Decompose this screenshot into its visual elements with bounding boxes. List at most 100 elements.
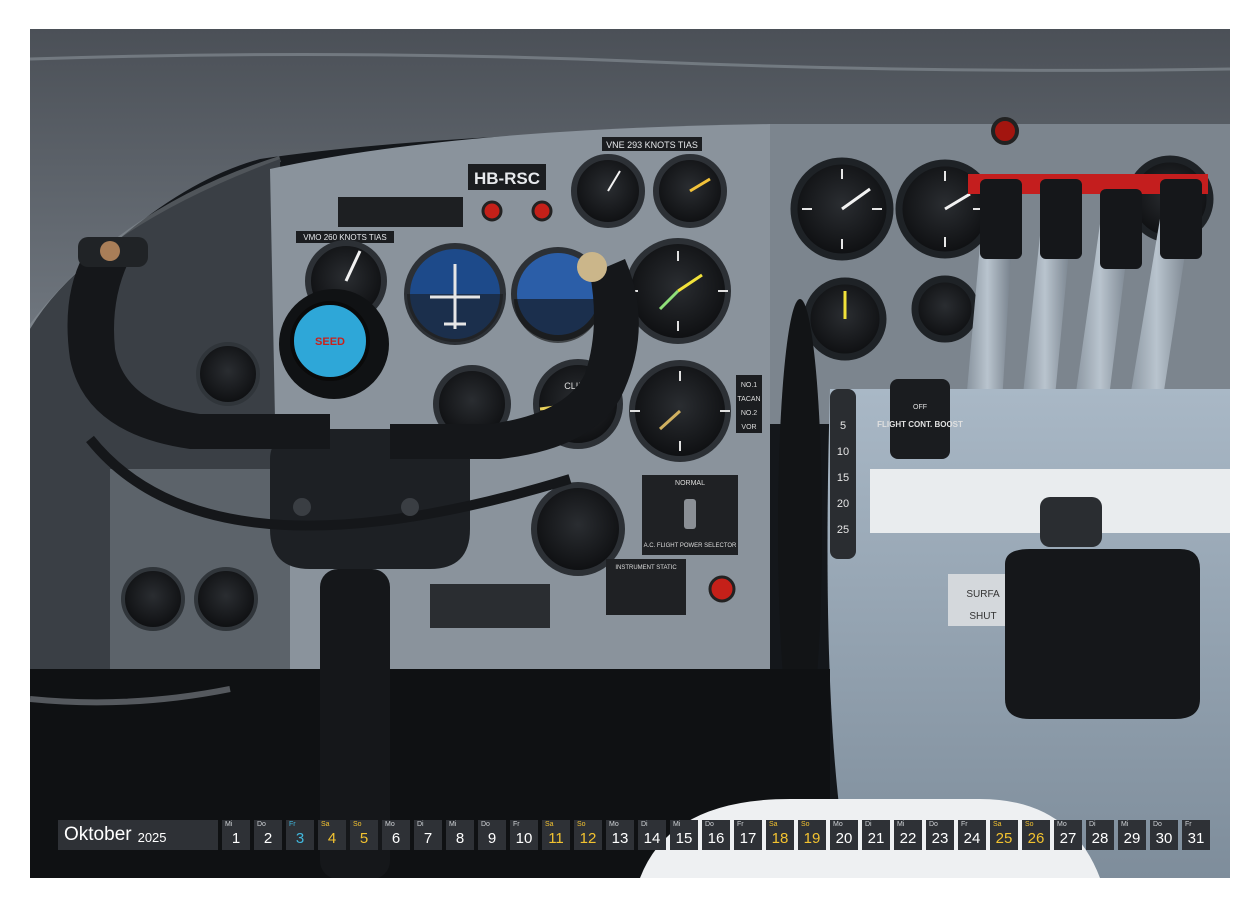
day-number: 17 (739, 830, 757, 847)
weekday-abbrev: Mi (1121, 821, 1129, 828)
trim-25: 25 (837, 524, 849, 536)
calendar-day: Di 21 (862, 820, 890, 850)
calendar-day: Mi 22 (894, 820, 922, 850)
calendar-day: Sa 4 (318, 820, 346, 850)
weekday-abbrev: Sa (321, 821, 330, 828)
calendar-day: Do 9 (478, 820, 506, 850)
day-number: 23 (931, 830, 949, 847)
calendar-day: Mi 15 (670, 820, 698, 850)
weekday-abbrev: So (1025, 821, 1034, 828)
calendar-day: Mo 27 (1054, 820, 1082, 850)
calendar-day: Sa 11 (542, 820, 570, 850)
month-label: Oktober 2025 (58, 820, 218, 850)
registration-placard: HB-RSC (474, 169, 540, 188)
weekday-abbrev: Sa (769, 821, 778, 828)
day-number: 21 (867, 830, 885, 847)
calendar-day: Mi 8 (446, 820, 474, 850)
weekday-abbrev: Di (1089, 821, 1096, 828)
calendar-day: Do 30 (1150, 820, 1178, 850)
weekday-abbrev: Fr (737, 821, 744, 828)
flight-control-boost-label: FLIGHT CONT. BOOST (877, 420, 963, 429)
weekday-abbrev: Do (929, 821, 938, 828)
weekday-abbrev: Do (1153, 821, 1162, 828)
day-number: 13 (611, 830, 629, 847)
day-number: 20 (835, 830, 853, 847)
shut-label: SHUT (969, 611, 996, 622)
calendar-day: So 5 (350, 820, 378, 850)
year: 2025 (137, 829, 167, 845)
weekday-abbrev: Mo (385, 821, 395, 828)
day-number: 5 (359, 830, 369, 847)
weekday-abbrev: Mo (833, 821, 843, 828)
weekday-abbrev: Mo (609, 821, 619, 828)
day-number: 2 (263, 830, 273, 847)
day-number: 6 (391, 830, 401, 847)
trim-10: 10 (837, 446, 849, 458)
calendar-day: Mi 29 (1118, 820, 1146, 850)
day-number: 24 (963, 830, 981, 847)
weekday-abbrev: Di (865, 821, 872, 828)
vne-placard: VNE 293 KNOTS TIAS (606, 140, 698, 150)
weekday-abbrev: Mi (449, 821, 457, 828)
power-selector-label: A.C. FLIGHT POWER SELECTOR (644, 543, 737, 549)
day-number: 19 (803, 830, 821, 847)
weekday-abbrev: Fr (289, 821, 296, 828)
day-number: 12 (579, 830, 597, 847)
weekday-abbrev: So (353, 821, 362, 828)
day-number: 10 (515, 830, 533, 847)
trim-20: 20 (837, 498, 849, 510)
weekday-abbrev: Do (481, 821, 490, 828)
calendar-day: So 12 (574, 820, 602, 850)
day-number: 14 (643, 830, 661, 847)
weekday-abbrev: Sa (545, 821, 554, 828)
calendar-day: Mo 13 (606, 820, 634, 850)
calendar-bar: Oktober 2025 Mi 1 Do 2 Fr 3 Sa 4 So 5 Mo 6 Di 7 Mi 8 Do 9… (58, 820, 1210, 850)
weekday-abbrev: Sa (993, 821, 1002, 828)
day-number: 9 (487, 830, 497, 847)
weekday-abbrev: Do (705, 821, 714, 828)
weekday-abbrev: So (801, 821, 810, 828)
day-number: 29 (1123, 830, 1141, 847)
weekday-abbrev: Mo (1057, 821, 1067, 828)
weekday-abbrev: Mi (897, 821, 905, 828)
calendar-day: Mo 20 (830, 820, 858, 850)
calendar-day: Do 2 (254, 820, 282, 850)
yoke-emblem-text: SEED (315, 336, 345, 348)
day-number: 28 (1091, 830, 1109, 847)
day-number: 31 (1187, 830, 1205, 847)
calendar-day: Mi 1 (222, 820, 250, 850)
calendar-day: Di 28 (1086, 820, 1114, 850)
day-number: 1 (231, 830, 241, 847)
calendar-day: So 26 (1022, 820, 1050, 850)
calendar-day: So 19 (798, 820, 826, 850)
nav-label-4: VOR (741, 424, 756, 431)
cockpit-photo: HB-RSC VNE 293 KNOTS TIAS VMO 260 KNOTS … (30, 29, 1230, 878)
day-number: 4 (327, 830, 337, 847)
nav-label-1: NO.1 (741, 382, 757, 389)
calendar-day: Di 14 (638, 820, 666, 850)
day-number: 22 (899, 830, 917, 847)
calendar-day: Sa 25 (990, 820, 1018, 850)
weekday-abbrev: Fr (513, 821, 520, 828)
weekday-abbrev: Mi (673, 821, 681, 828)
weekday-abbrev: Di (641, 821, 648, 828)
day-number: 11 (548, 830, 564, 847)
calendar-day: Fr 10 (510, 820, 538, 850)
calendar-day: Fr 31 (1182, 820, 1210, 850)
weekday-abbrev: Mi (225, 821, 233, 828)
weekday-abbrev: Di (417, 821, 424, 828)
boost-off-label: OFF (913, 404, 927, 411)
trim-5: 5 (840, 420, 846, 432)
calendar-day: Mo 6 (382, 820, 410, 850)
day-number: 3 (295, 830, 305, 847)
weekday-abbrev: Fr (961, 821, 968, 828)
weekday-abbrev: Fr (1185, 821, 1192, 828)
calendar-day: Di 7 (414, 820, 442, 850)
normal-label: NORMAL (675, 480, 705, 487)
day-number: 7 (423, 830, 433, 847)
day-number: 26 (1027, 830, 1045, 847)
calendar-day: Sa 18 (766, 820, 794, 850)
calendar-day: Do 16 (702, 820, 730, 850)
nav-label-3: NO.2 (741, 410, 757, 417)
day-number: 15 (675, 830, 693, 847)
